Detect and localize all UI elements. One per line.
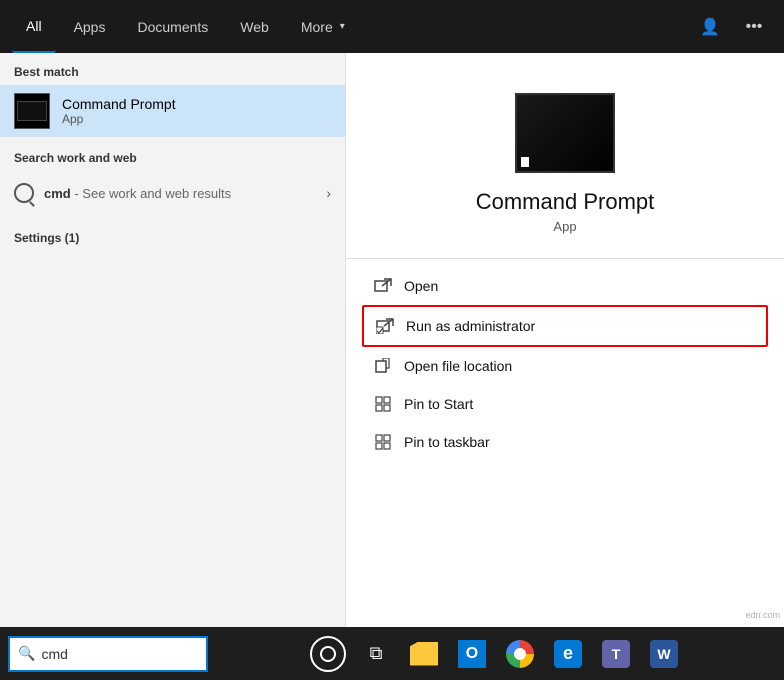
task-view-button[interactable]: ⧉ bbox=[354, 632, 398, 676]
chrome-button[interactable] bbox=[498, 632, 542, 676]
taskbar-center-icons: ⧉ O e T W bbox=[306, 632, 686, 676]
search-circle-icon bbox=[14, 183, 34, 203]
action-run-as-admin[interactable]: Run as administrator bbox=[362, 305, 768, 347]
right-panel: Command Prompt App Open bbox=[345, 53, 784, 680]
action-pin-start[interactable]: Pin to Start bbox=[362, 385, 768, 423]
search-web-section: cmd - See work and web results › bbox=[0, 171, 345, 215]
cursor-icon bbox=[521, 157, 529, 167]
command-prompt-large-icon bbox=[515, 93, 615, 173]
word-icon: W bbox=[650, 640, 678, 668]
action-open-file-location[interactable]: Open file location bbox=[362, 347, 768, 385]
tab-more[interactable]: More ▾ bbox=[287, 0, 359, 53]
left-panel: Best match Command Prompt App Search wor… bbox=[0, 53, 345, 680]
command-prompt-icon bbox=[14, 93, 50, 129]
outlook-icon: O bbox=[458, 640, 486, 668]
pin-taskbar-label: Pin to taskbar bbox=[404, 434, 490, 450]
windows-start-button[interactable] bbox=[306, 632, 350, 676]
search-arrow-icon: › bbox=[326, 185, 331, 201]
tab-documents[interactable]: Documents bbox=[123, 0, 222, 53]
best-match-subtitle: App bbox=[62, 112, 176, 126]
search-suffix: - See work and web results bbox=[74, 186, 231, 201]
file-explorer-button[interactable] bbox=[402, 632, 446, 676]
edge-icon: e bbox=[554, 640, 582, 668]
settings-label: Settings (1) bbox=[0, 219, 345, 251]
word-button[interactable]: W bbox=[642, 632, 686, 676]
windows-circle-icon bbox=[310, 636, 346, 672]
best-match-title: Command Prompt bbox=[62, 96, 176, 112]
teams-button[interactable]: T bbox=[594, 632, 638, 676]
action-divider bbox=[346, 258, 784, 259]
app-type-label: App bbox=[553, 219, 576, 234]
best-match-item-command-prompt[interactable]: Command Prompt App bbox=[0, 85, 345, 137]
run-admin-label: Run as administrator bbox=[406, 318, 535, 334]
open-icon bbox=[374, 277, 392, 295]
run-admin-icon bbox=[376, 317, 394, 335]
search-query: cmd bbox=[44, 186, 71, 201]
action-open[interactable]: Open bbox=[362, 267, 768, 305]
taskbar-search-box[interactable]: 🔍 cmd bbox=[8, 636, 208, 672]
nav-right-icons: 👤 ••• bbox=[692, 9, 772, 45]
search-web-text: cmd - See work and web results bbox=[44, 186, 231, 201]
action-pin-taskbar[interactable]: Pin to taskbar bbox=[362, 423, 768, 461]
search-web-item-cmd[interactable]: cmd - See work and web results › bbox=[0, 175, 345, 211]
cmd-icon-inner bbox=[17, 101, 47, 121]
taskbar-search-icon: 🔍 bbox=[18, 645, 35, 662]
tab-apps[interactable]: Apps bbox=[60, 0, 120, 53]
tab-all[interactable]: All bbox=[12, 0, 56, 53]
account-icon: 👤 bbox=[700, 17, 720, 37]
pin-start-label: Pin to Start bbox=[404, 396, 473, 412]
tab-web[interactable]: Web bbox=[226, 0, 283, 53]
teams-icon: T bbox=[602, 640, 630, 668]
ellipsis-menu-button[interactable]: ••• bbox=[736, 9, 772, 45]
taskbar-search-text: cmd bbox=[41, 646, 67, 662]
best-match-label: Best match bbox=[0, 53, 345, 85]
taskbar: 🔍 cmd ⧉ O bbox=[0, 627, 784, 680]
search-web-section-label: Search work and web bbox=[0, 139, 345, 171]
file-location-label: Open file location bbox=[404, 358, 512, 374]
task-view-icon: ⧉ bbox=[370, 643, 383, 664]
outlook-button[interactable]: O bbox=[450, 632, 494, 676]
action-list: Open Run as administrator bbox=[346, 267, 784, 461]
watermark: edn.com bbox=[745, 610, 780, 620]
file-location-icon bbox=[374, 357, 392, 375]
chevron-down-icon: ▾ bbox=[340, 21, 345, 32]
account-icon-button[interactable]: 👤 bbox=[692, 9, 728, 45]
top-nav-bar: All Apps Documents Web More ▾ 👤 ••• bbox=[0, 0, 784, 53]
ellipsis-icon: ••• bbox=[746, 18, 763, 36]
best-match-text-block: Command Prompt App bbox=[62, 96, 176, 126]
app-title-large: Command Prompt bbox=[476, 189, 655, 215]
windows-inner-circle bbox=[320, 646, 336, 662]
edge-button[interactable]: e bbox=[546, 632, 590, 676]
main-content: Best match Command Prompt App Search wor… bbox=[0, 53, 784, 680]
settings-section: Settings (1) bbox=[0, 215, 345, 255]
file-explorer-icon bbox=[410, 642, 438, 666]
pin-taskbar-icon bbox=[374, 433, 392, 451]
pin-start-icon bbox=[374, 395, 392, 413]
chrome-icon bbox=[506, 640, 534, 668]
open-label: Open bbox=[404, 278, 438, 294]
